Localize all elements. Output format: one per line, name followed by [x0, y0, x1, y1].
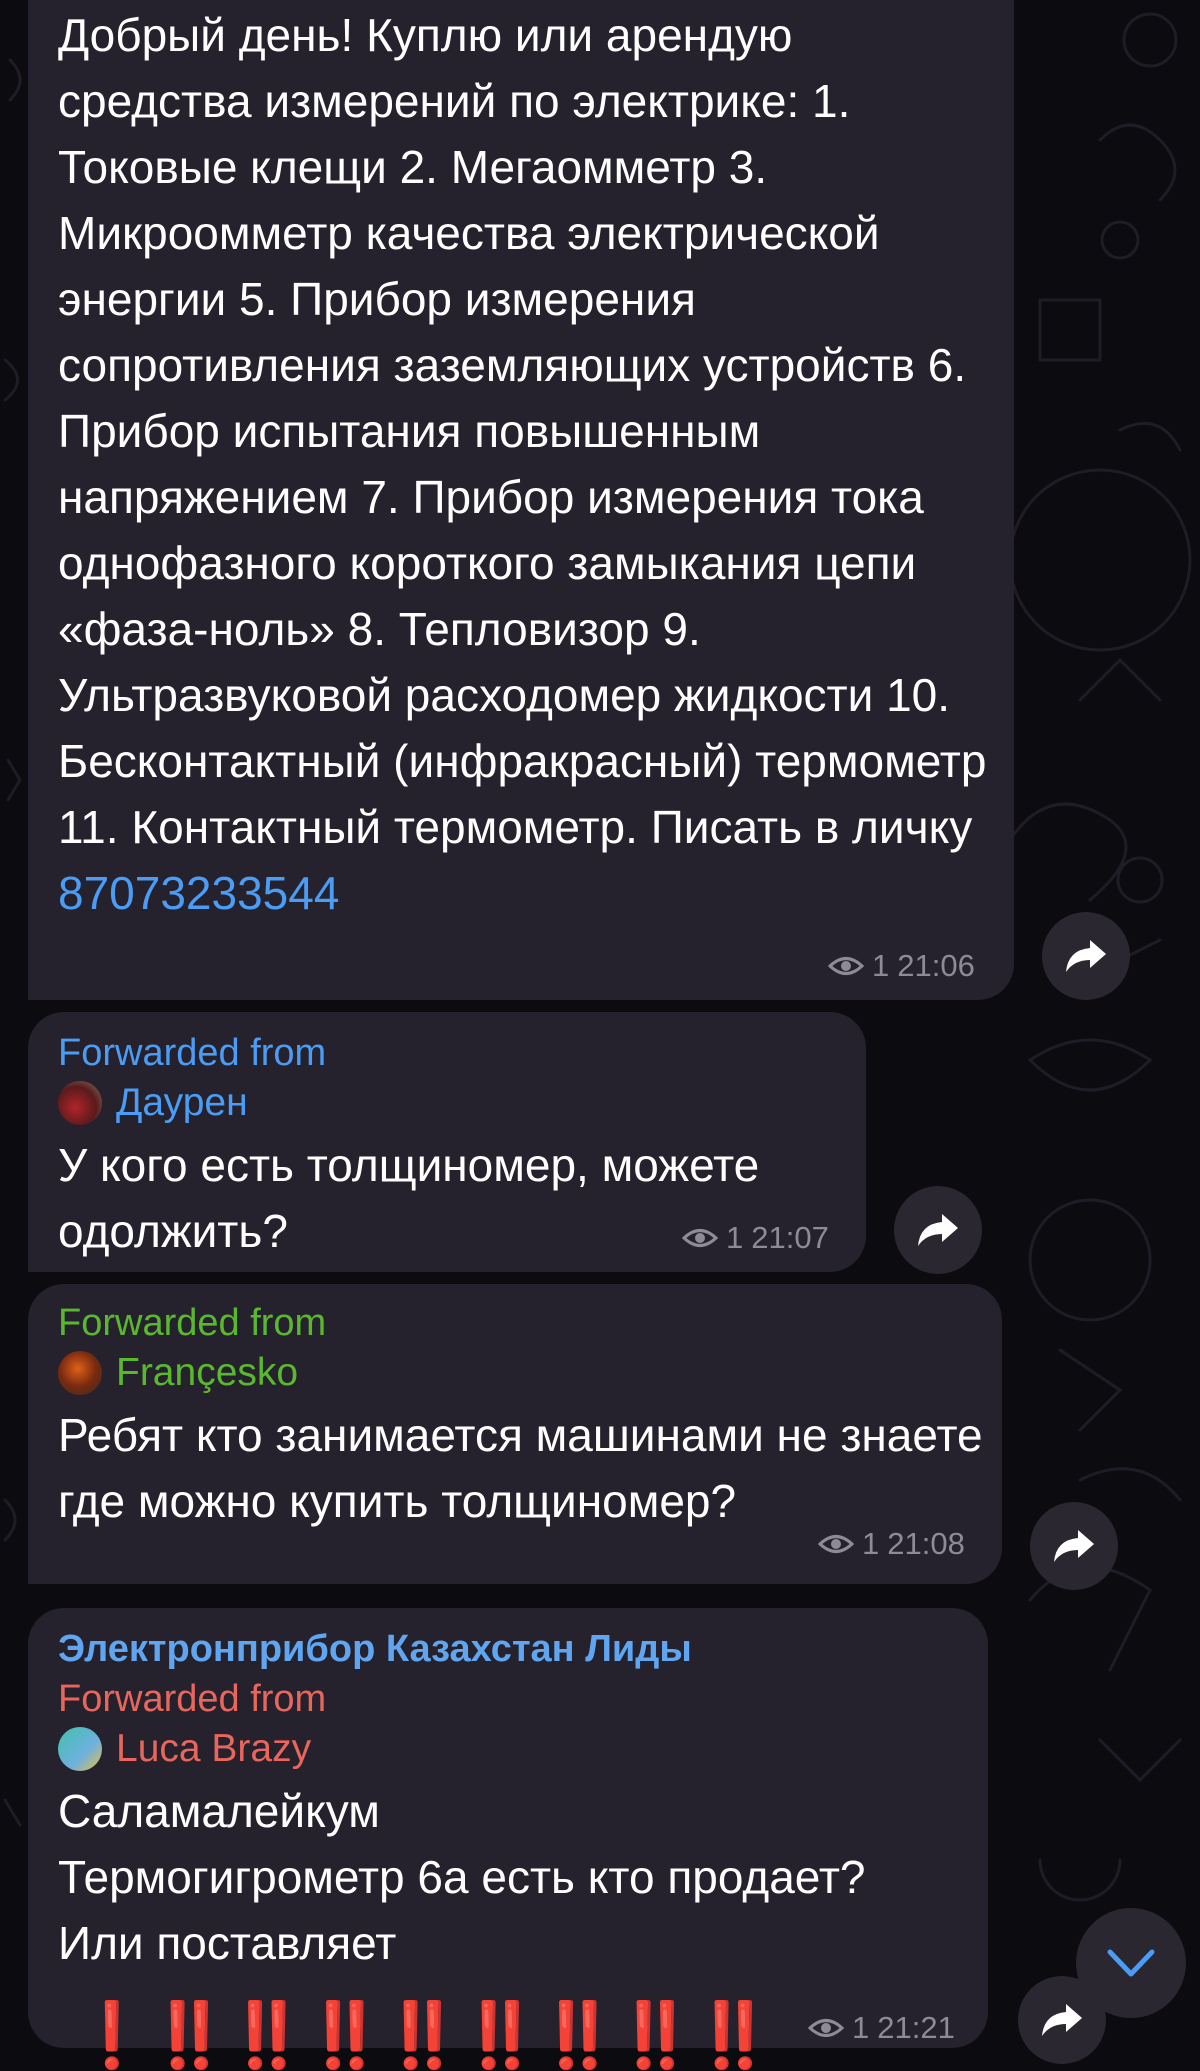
- message-time: 21:06: [897, 948, 975, 983]
- message-meta: 1 21:07: [682, 1220, 829, 1256]
- share-arrow-icon: [918, 1214, 958, 1246]
- message-time: 21:21: [877, 2010, 955, 2045]
- message-time: 21:07: [751, 1220, 829, 1255]
- forwarded-label: Forwarded from: [58, 1032, 327, 1074]
- view-count: 1: [862, 1526, 880, 1561]
- avatar: [58, 1727, 102, 1771]
- message-bubble-3[interactable]: Forwarded from Françesko Ребят кто заним…: [28, 1284, 1002, 1584]
- message-text: Саламалейкум Термогигрометр 6а есть кто …: [58, 1785, 866, 1969]
- scroll-down-button[interactable]: [1076, 1908, 1186, 2018]
- message-text: Добрый день! Куплю или арендую средства …: [58, 0, 988, 926]
- eye-icon: [828, 957, 864, 975]
- view-count: 1: [726, 1220, 744, 1255]
- eye-icon: [808, 2019, 844, 2037]
- message-meta: 1 21:21: [808, 2010, 955, 2046]
- message-bubble-2[interactable]: Forwarded from Даурен У кого есть толщин…: [28, 1012, 866, 1272]
- eye-icon: [818, 1535, 854, 1553]
- share-button[interactable]: [1030, 1502, 1118, 1590]
- view-count: 1: [852, 2010, 870, 2045]
- share-arrow-icon: [1042, 2004, 1082, 2036]
- exclamation-emoji-row: ❗‼️‼️‼️‼️‼️‼️‼️‼️: [72, 1999, 773, 2071]
- chevron-down-icon: [1107, 1949, 1155, 1977]
- message-text: Ребят кто занимается машинами не знаете …: [58, 1409, 996, 1527]
- message-bubble-1[interactable]: Добрый день! Куплю или арендую средства …: [28, 0, 1014, 1000]
- avatar: [58, 1081, 102, 1125]
- forwarded-sender-name: Luca Brazy: [116, 1727, 312, 1770]
- forwarded-sender-name: Даурен: [116, 1081, 248, 1124]
- forwarded-sender[interactable]: Даурен: [58, 1078, 836, 1128]
- forwarded-sender[interactable]: Luca Brazy: [58, 1724, 958, 1774]
- forwarded-label: Forwarded from: [58, 1302, 327, 1344]
- phone-link[interactable]: 87073233544: [58, 867, 339, 919]
- view-count: 1: [872, 948, 890, 983]
- message-body: Добрый день! Куплю или арендую средства …: [58, 9, 1000, 853]
- share-arrow-icon: [1066, 940, 1106, 972]
- forwarded-sender-name: Françesko: [116, 1351, 299, 1394]
- share-button[interactable]: [894, 1186, 982, 1274]
- sender-name[interactable]: Электронприбор Казахстан Лиды: [58, 1608, 958, 1674]
- eye-icon: [682, 1229, 718, 1247]
- message-meta: 1 21:08: [818, 1526, 965, 1562]
- share-button[interactable]: [1042, 912, 1130, 1000]
- forwarded-label: Forwarded from: [58, 1678, 327, 1720]
- message-bubble-4[interactable]: Электронприбор Казахстан Лиды Forwarded …: [28, 1608, 988, 2070]
- forwarded-sender[interactable]: Françesko: [58, 1348, 972, 1398]
- message-time: 21:08: [887, 1526, 965, 1561]
- share-arrow-icon: [1054, 1530, 1094, 1562]
- message-meta: 1 21:06: [828, 948, 975, 984]
- avatar: [58, 1351, 102, 1395]
